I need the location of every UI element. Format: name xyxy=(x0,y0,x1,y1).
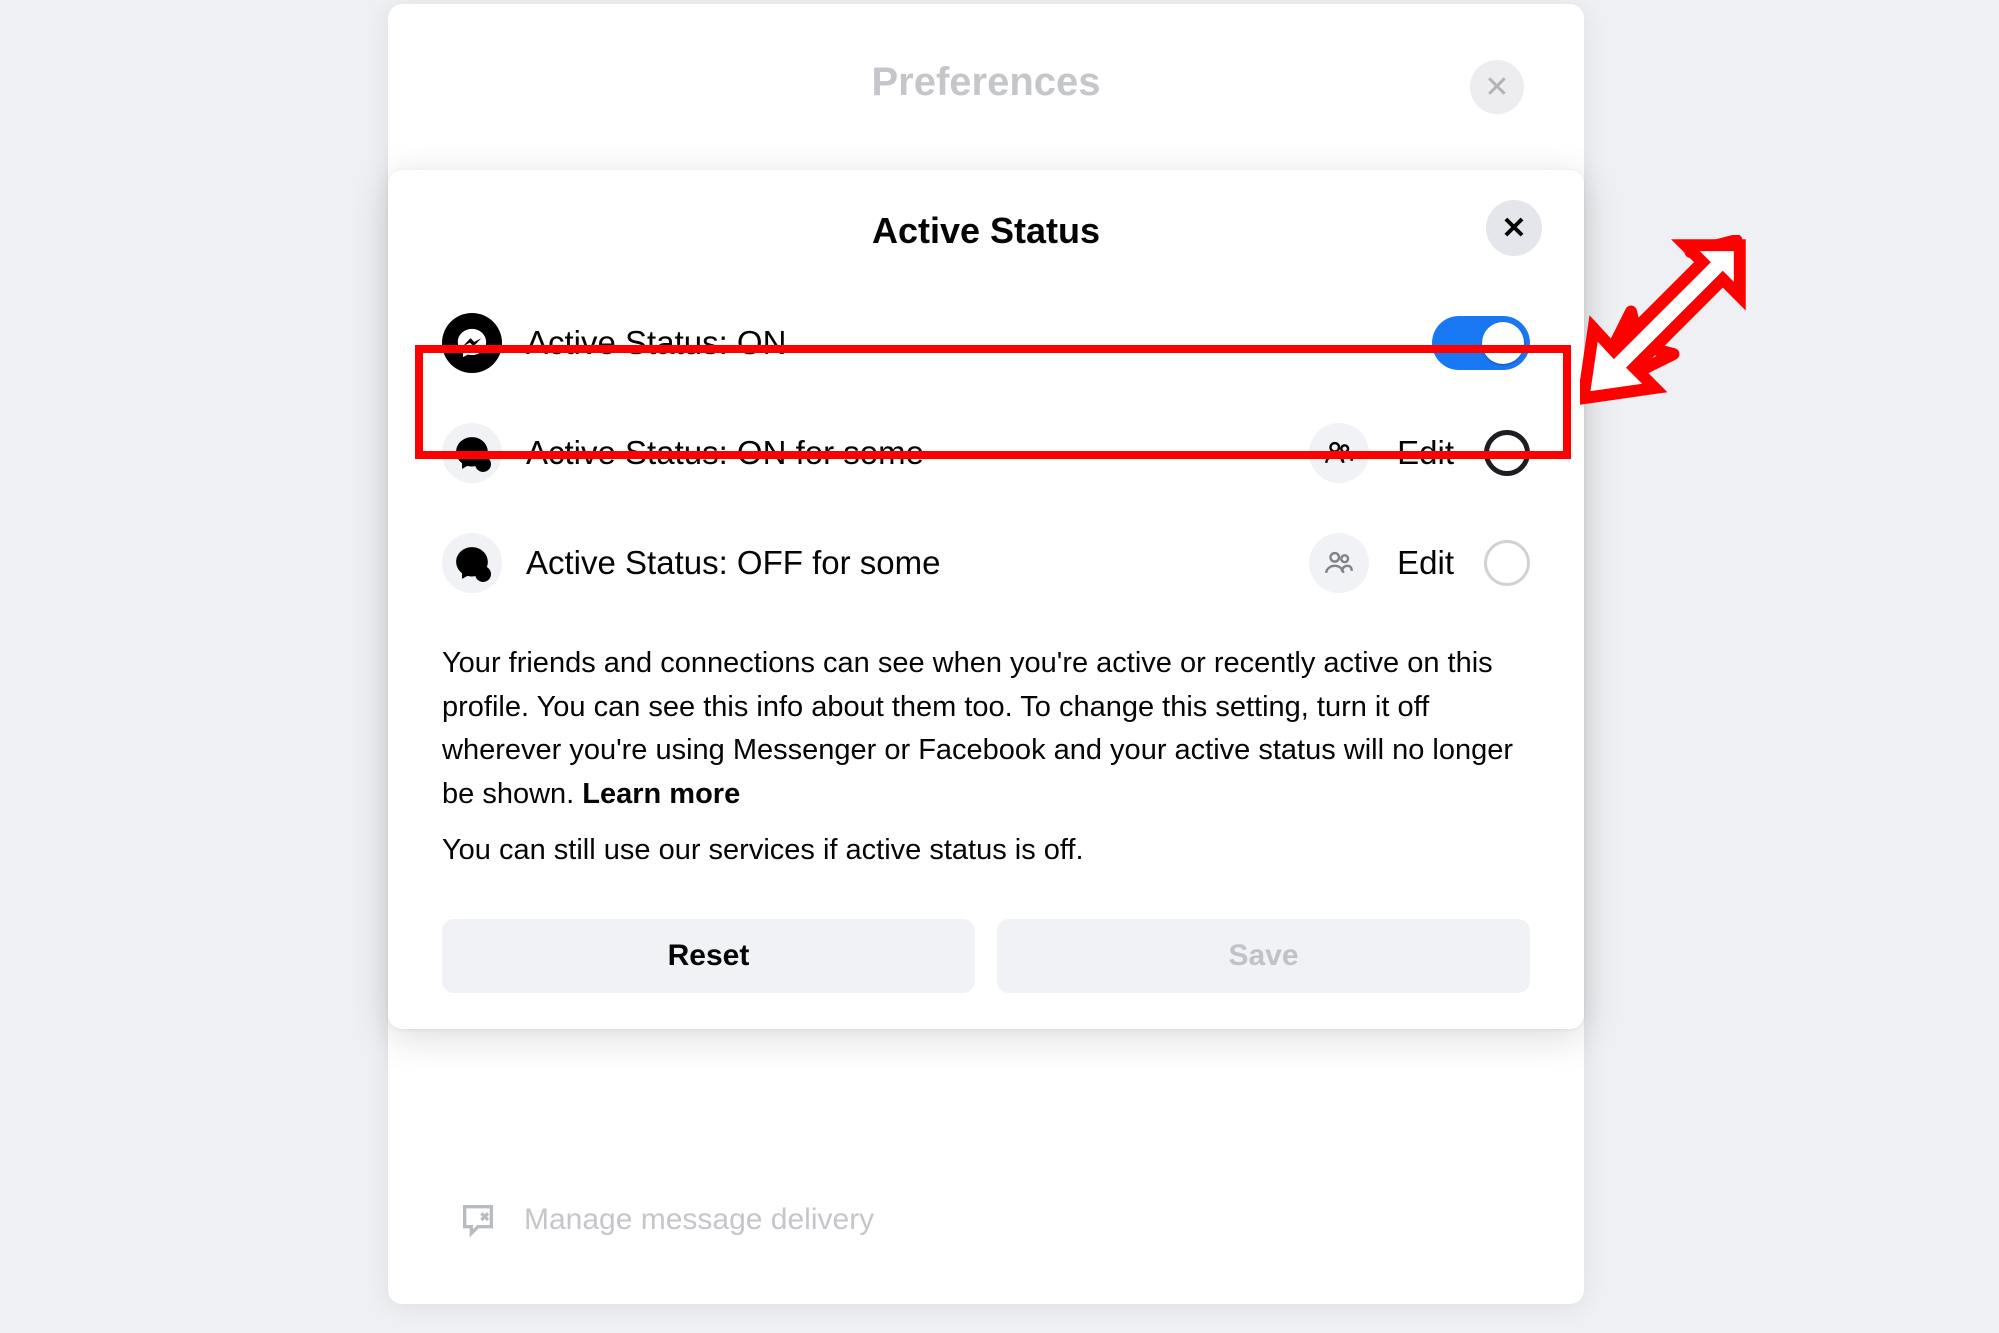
message-delivery-label: Manage message delivery xyxy=(524,1203,874,1237)
learn-more-link[interactable]: Learn more xyxy=(582,778,740,810)
edit-link-some-off[interactable]: Edit xyxy=(1397,544,1454,582)
messenger-some-off-icon xyxy=(442,533,502,593)
message-delivery-row: Manage message delivery xyxy=(442,1178,1530,1262)
dialog-header: Active Status ✕ xyxy=(388,170,1584,288)
active-status-dialog: Active Status ✕ Active Status: ON Active… xyxy=(388,170,1584,1029)
option-some-off-label: Active Status: OFF for some xyxy=(526,544,1285,582)
people-icon-wrap-off xyxy=(1309,533,1369,593)
option-off-for-some[interactable]: Active Status: OFF for some Edit xyxy=(388,508,1584,618)
preferences-title: Preferences xyxy=(388,4,1584,105)
description-block: Your friends and connections can see whe… xyxy=(388,618,1584,816)
description-sub: You can still use our services if active… xyxy=(388,834,1584,897)
reset-button[interactable]: Reset xyxy=(442,919,975,993)
people-icon xyxy=(1322,546,1356,580)
save-button[interactable]: Save xyxy=(997,919,1530,993)
close-icon: ✕ xyxy=(1501,211,1526,246)
dialog-footer: Reset Save xyxy=(388,897,1584,993)
dialog-title: Active Status xyxy=(388,210,1584,252)
preferences-close-button: ✕ xyxy=(1470,60,1524,114)
radio-some-off[interactable] xyxy=(1484,540,1530,586)
annotation-highlight xyxy=(415,345,1571,459)
message-delivery-icon xyxy=(454,1196,502,1244)
close-button[interactable]: ✕ xyxy=(1486,200,1542,256)
annotation-arrow-icon xyxy=(1580,235,1750,405)
